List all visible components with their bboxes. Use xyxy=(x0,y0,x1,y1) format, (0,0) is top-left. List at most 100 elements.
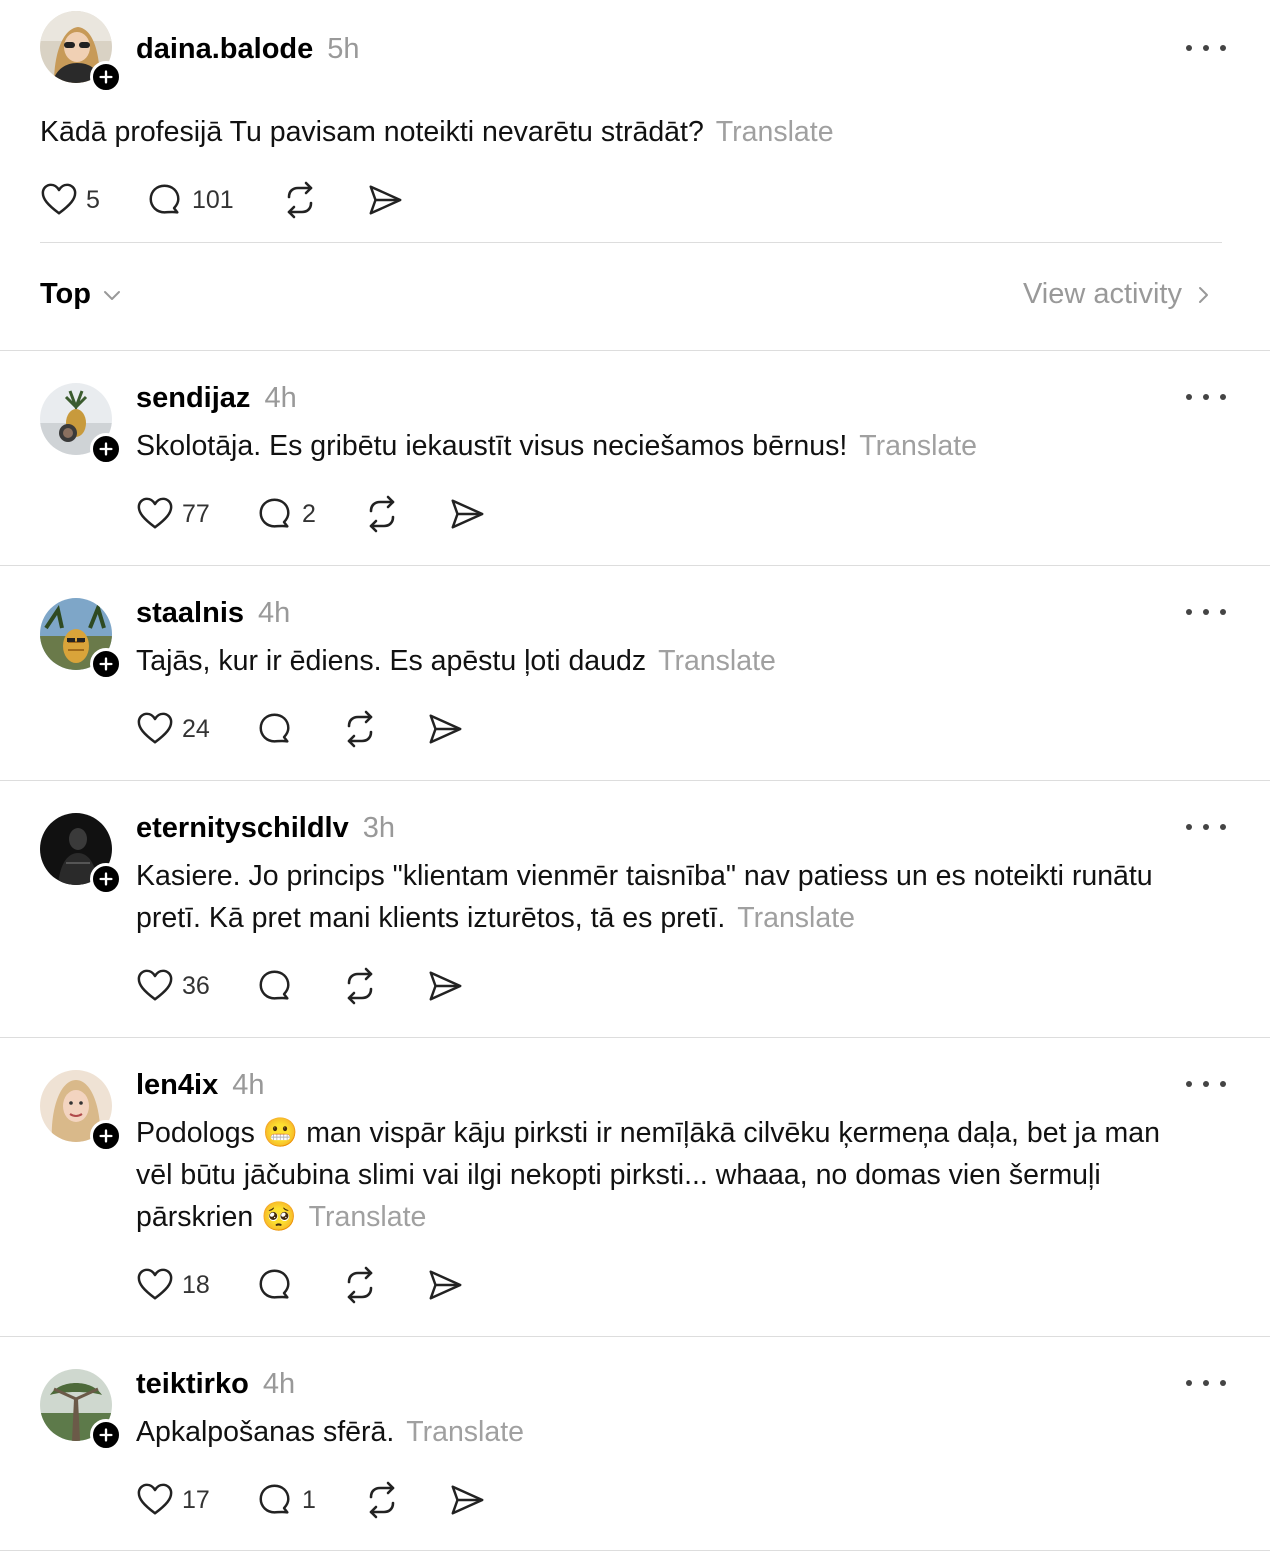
reply-avatar[interactable] xyxy=(40,813,122,895)
translate-link[interactable]: Translate xyxy=(737,902,855,934)
reply-avatar[interactable] xyxy=(40,598,122,680)
divider xyxy=(0,1037,1270,1038)
repost-button[interactable] xyxy=(362,1480,402,1520)
reply-username[interactable]: teiktirko xyxy=(136,1368,249,1400)
share-icon xyxy=(448,495,486,533)
like-button[interactable]: 18 xyxy=(136,1265,210,1305)
reply-button[interactable]: 101 xyxy=(146,180,234,220)
more-options-icon[interactable] xyxy=(1186,387,1226,407)
like-count: 77 xyxy=(182,499,210,528)
like-count: 24 xyxy=(182,714,210,743)
reply-text: Apkalpošanas sfērā. Translate xyxy=(136,1416,524,1448)
heart-icon xyxy=(40,181,78,219)
like-button[interactable]: 24 xyxy=(136,709,210,749)
main-post-username[interactable]: daina.balode xyxy=(136,33,313,65)
reply-icon xyxy=(256,1266,294,1304)
heart-icon xyxy=(136,710,174,748)
translate-link[interactable]: Translate xyxy=(859,430,977,462)
like-count: 17 xyxy=(182,1485,210,1514)
more-options-icon[interactable] xyxy=(1186,1074,1226,1094)
follow-plus-icon[interactable] xyxy=(90,863,122,895)
reply-text: Tajās, kur ir ēdiens. Es apēstu ļoti dau… xyxy=(136,645,776,677)
reply-time: 4h xyxy=(262,1368,296,1400)
repost-button[interactable] xyxy=(280,180,320,220)
share-button[interactable] xyxy=(426,709,464,749)
repost-button[interactable] xyxy=(340,966,380,1006)
reply-time: 4h xyxy=(258,597,291,629)
follow-plus-icon[interactable] xyxy=(90,648,122,680)
reply-text: Kasiere. Jo princips "klientam vienmēr t… xyxy=(136,860,1153,934)
share-icon xyxy=(426,967,464,1005)
more-options-icon[interactable] xyxy=(1186,817,1226,837)
divider xyxy=(0,780,1270,781)
main-post-avatar[interactable] xyxy=(40,11,122,93)
reply-icon xyxy=(256,1481,294,1519)
share-button[interactable] xyxy=(448,494,486,534)
reply-button[interactable] xyxy=(256,709,294,749)
translate-link[interactable]: Translate xyxy=(309,1201,427,1233)
chevron-right-icon xyxy=(1199,286,1208,303)
reply-button[interactable] xyxy=(256,966,294,1006)
main-post-time: 5h xyxy=(327,33,360,65)
reply-username[interactable]: len4ix xyxy=(136,1069,218,1101)
reply-actions: 17 1 xyxy=(136,1480,496,1520)
translate-link[interactable]: Translate xyxy=(716,116,834,148)
divider xyxy=(0,1550,1270,1551)
like-button[interactable]: 36 xyxy=(136,966,210,1006)
reply-icon xyxy=(256,967,294,1005)
like-button[interactable]: 17 xyxy=(136,1480,210,1520)
repost-button[interactable] xyxy=(340,1265,380,1305)
repost-icon xyxy=(362,494,402,534)
reply-button[interactable]: 1 xyxy=(256,1480,316,1520)
share-button[interactable] xyxy=(426,1265,464,1305)
share-button[interactable] xyxy=(426,966,464,1006)
reply-button[interactable]: 2 xyxy=(256,494,316,534)
reply-time: 3h xyxy=(362,812,396,844)
translate-link[interactable]: Translate xyxy=(406,1416,524,1448)
like-count: 18 xyxy=(182,1270,210,1299)
follow-plus-icon[interactable] xyxy=(90,433,122,465)
more-options-icon[interactable] xyxy=(1186,602,1226,622)
more-options-icon[interactable] xyxy=(1186,1373,1226,1393)
reply-button[interactable] xyxy=(256,1265,294,1305)
pleading-face-emoji-icon: 🥺 xyxy=(261,1201,297,1233)
reply-count: 101 xyxy=(192,185,234,214)
repost-icon xyxy=(280,180,320,220)
repost-button[interactable] xyxy=(340,709,380,749)
follow-plus-icon[interactable] xyxy=(90,1419,122,1451)
like-button[interactable]: 5 xyxy=(40,180,100,220)
reply-count: 2 xyxy=(302,499,316,528)
reply-username[interactable]: sendijaz xyxy=(136,382,250,414)
heart-icon xyxy=(136,1481,174,1519)
reply-text: Skolotāja. Es gribētu iekaustīt visus ne… xyxy=(136,430,978,462)
follow-plus-icon[interactable] xyxy=(90,1120,122,1152)
share-button[interactable] xyxy=(448,1480,486,1520)
heart-icon xyxy=(136,967,174,1005)
repost-icon xyxy=(362,1480,402,1520)
reply-avatar[interactable] xyxy=(40,383,122,465)
divider xyxy=(0,565,1270,566)
share-button[interactable] xyxy=(366,180,404,220)
reply-avatar[interactable] xyxy=(40,1369,122,1451)
translate-link[interactable]: Translate xyxy=(658,645,776,677)
follow-plus-icon[interactable] xyxy=(90,61,122,93)
sort-dropdown[interactable]: Top xyxy=(40,278,123,311)
reply-username[interactable]: staalnis xyxy=(136,597,244,629)
divider xyxy=(0,1336,1270,1337)
chevron-down-icon xyxy=(104,290,120,300)
share-icon xyxy=(426,710,464,748)
view-activity-link[interactable]: View activity xyxy=(1023,278,1214,311)
repost-icon xyxy=(340,966,380,1006)
share-icon xyxy=(426,1266,464,1304)
repost-button[interactable] xyxy=(362,494,402,534)
reply-username[interactable]: eternityschildlv xyxy=(136,812,349,844)
repost-icon xyxy=(340,1265,380,1305)
more-options-icon[interactable] xyxy=(1186,38,1226,58)
share-icon xyxy=(448,1481,486,1519)
share-icon xyxy=(366,181,404,219)
like-button[interactable]: 77 xyxy=(136,494,210,534)
reply-avatar[interactable] xyxy=(40,1070,122,1152)
reply-icon xyxy=(256,495,294,533)
reply-icon xyxy=(146,181,184,219)
grimace-emoji-icon: 😬 xyxy=(262,1117,299,1149)
